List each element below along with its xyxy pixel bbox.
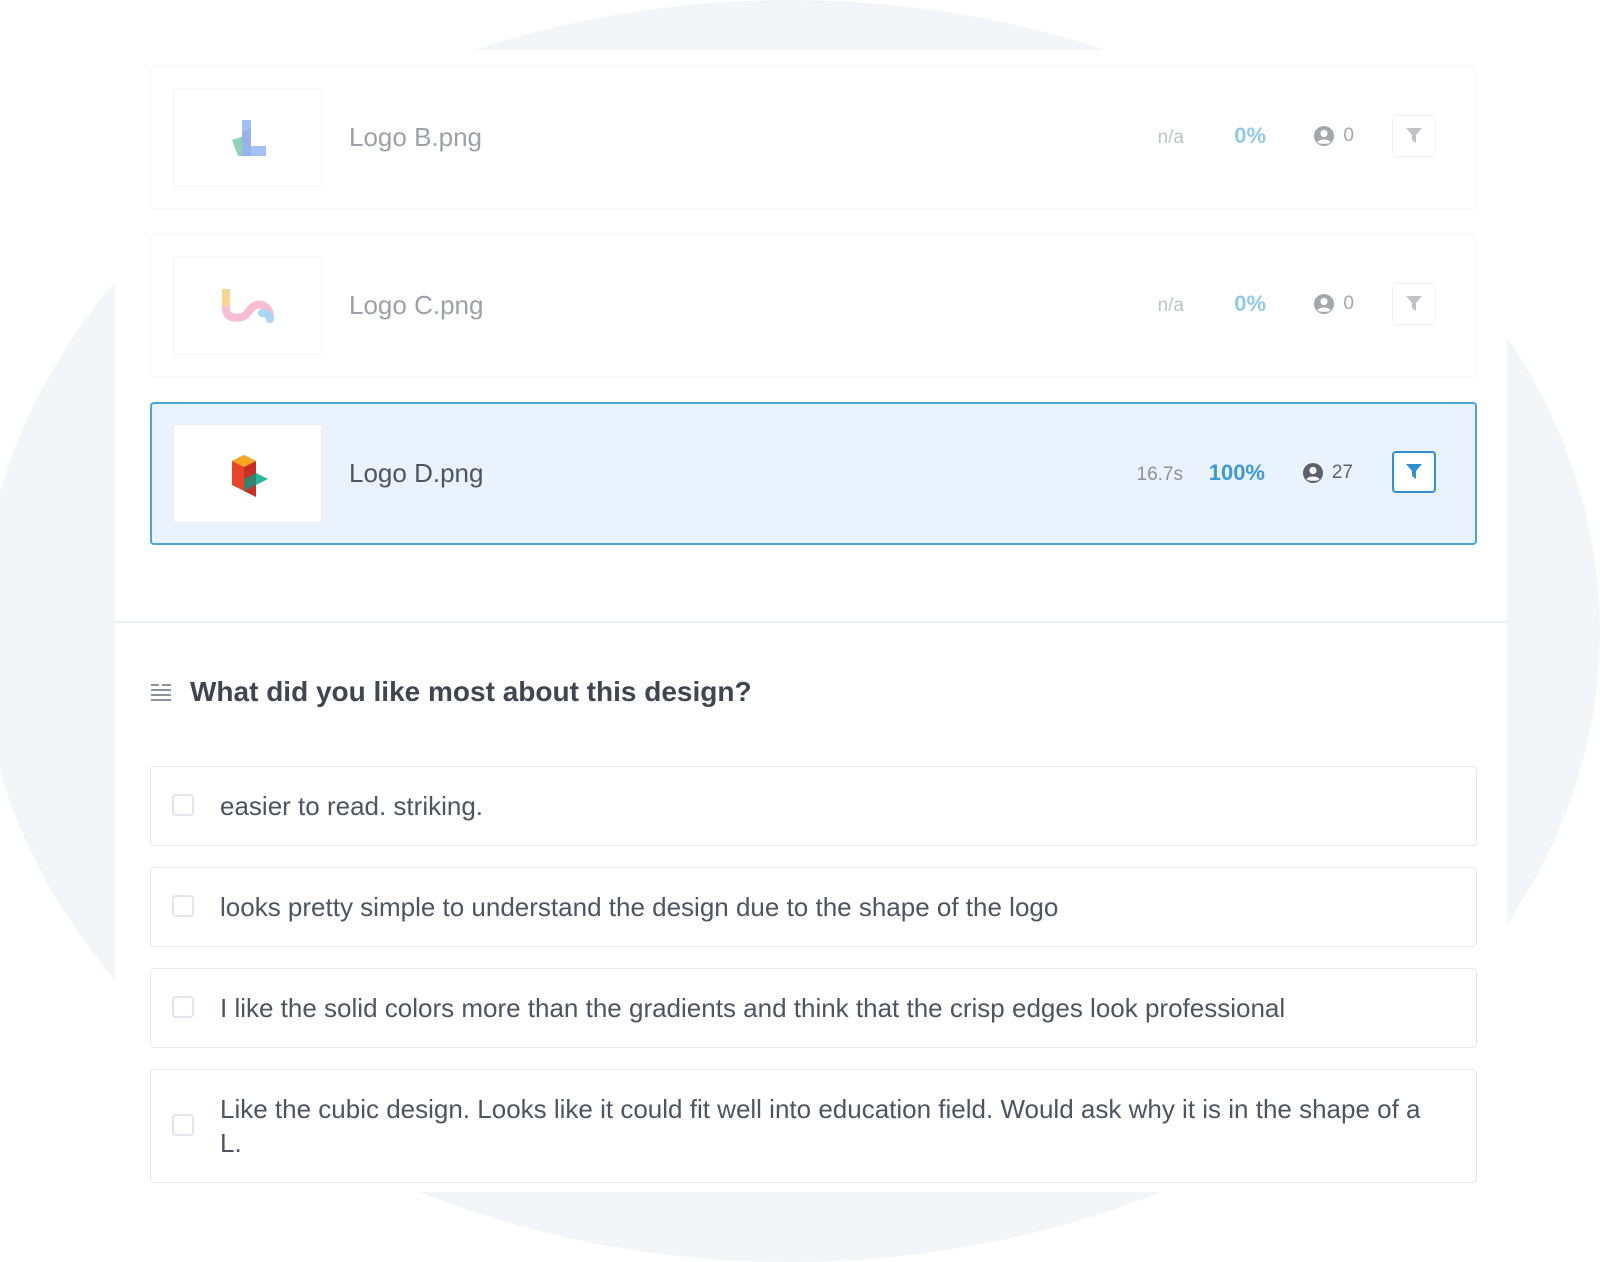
- file-row-logo-c[interactable]: Logo C.png n/a 0% 0: [150, 234, 1477, 377]
- participants-count: 0: [1313, 293, 1354, 315]
- participants-value: 27: [1331, 462, 1353, 483]
- user-icon: [1314, 294, 1335, 314]
- section-divider: [115, 621, 1507, 623]
- answer-checkbox[interactable]: [172, 895, 194, 917]
- filter-button[interactable]: [1392, 283, 1436, 325]
- file-name: Logo D.png: [349, 458, 484, 488]
- text-lines-icon: [151, 684, 171, 701]
- question-header: What did you like most about this design…: [150, 676, 752, 708]
- answer-checkbox[interactable]: [172, 996, 194, 1018]
- filter-icon: [1406, 464, 1422, 479]
- logo-d-icon: [231, 454, 268, 497]
- answer-text: easier to read. striking.: [220, 791, 484, 821]
- user-icon: [1314, 126, 1335, 146]
- answer-text: looks pretty simple to understand the de…: [220, 892, 1059, 922]
- average-time: n/a: [1157, 295, 1184, 316]
- filter-button[interactable]: [1392, 115, 1436, 157]
- file-row-logo-d[interactable]: Logo D.png 16.7s 100% 27: [150, 402, 1477, 545]
- average-time: 16.7s: [1136, 464, 1183, 485]
- answer-item[interactable]: I like the solid colors more than the gr…: [150, 968, 1477, 1048]
- filter-button-active[interactable]: [1392, 451, 1436, 493]
- logo-c-thumbnail: [173, 256, 322, 355]
- participants-count: 0: [1313, 125, 1354, 147]
- average-time: n/a: [1157, 127, 1184, 148]
- answer-item[interactable]: looks pretty simple to understand the de…: [150, 867, 1477, 947]
- answer-checkbox[interactable]: [172, 1114, 194, 1136]
- answer-text: Like the cubic design. Looks like it cou…: [220, 1094, 1421, 1158]
- success-percent: 100%: [1208, 460, 1265, 485]
- success-percent: 0%: [1234, 123, 1266, 148]
- answer-text: I like the solid colors more than the gr…: [220, 993, 1286, 1023]
- participants-count: 27: [1302, 462, 1353, 484]
- logo-b-icon: [231, 119, 266, 156]
- filter-icon: [1406, 128, 1422, 143]
- question-title: What did you like most about this design…: [190, 676, 752, 707]
- answer-checkbox[interactable]: [172, 794, 194, 816]
- logo-d-thumbnail: [173, 424, 322, 523]
- filter-icon: [1406, 296, 1422, 311]
- file-name: Logo C.png: [349, 290, 484, 320]
- success-percent: 0%: [1234, 291, 1266, 316]
- file-row-logo-b[interactable]: Logo B.png n/a 0% 0: [150, 66, 1477, 209]
- logo-c-icon: [221, 288, 274, 323]
- user-icon: [1302, 463, 1323, 483]
- participants-value: 0: [1343, 293, 1354, 314]
- file-name: Logo B.png: [349, 122, 483, 152]
- answer-item[interactable]: Like the cubic design. Looks like it cou…: [150, 1069, 1477, 1183]
- answer-item[interactable]: easier to read. striking.: [150, 766, 1477, 846]
- participants-value: 0: [1343, 125, 1354, 146]
- logo-b-thumbnail: [173, 88, 322, 187]
